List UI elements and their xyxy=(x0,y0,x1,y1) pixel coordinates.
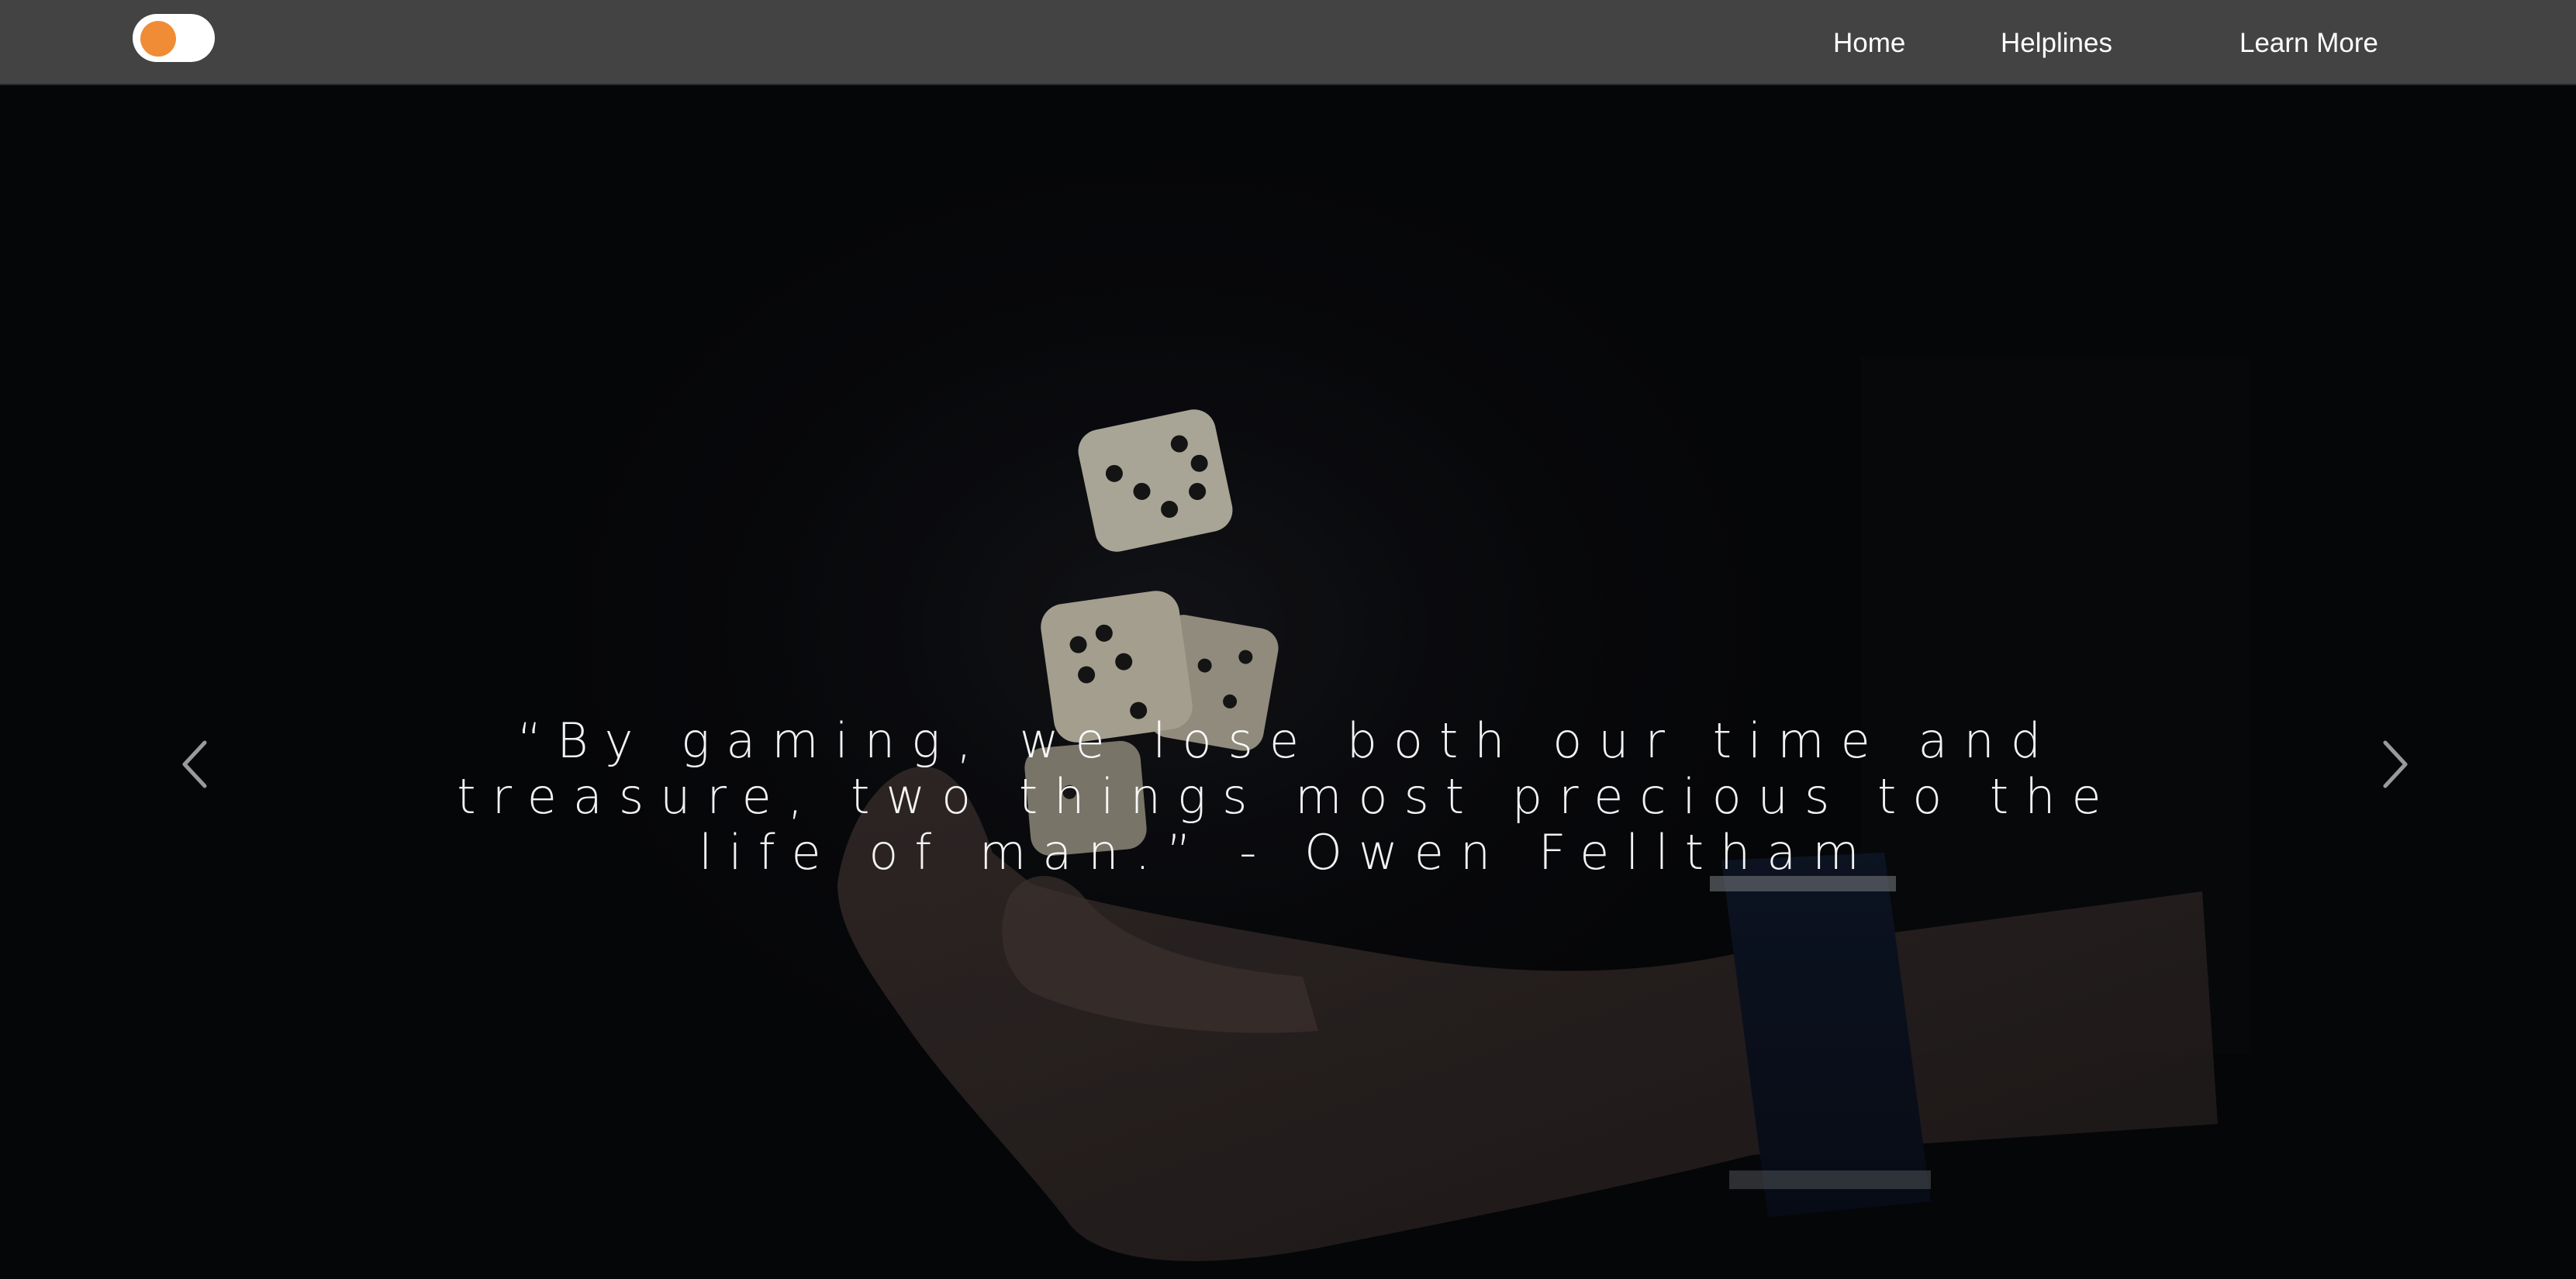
nav-link-learn-more[interactable]: Learn More xyxy=(2239,26,2378,60)
page: Home Helplines Learn More “By gaming, we… xyxy=(0,0,2576,1279)
nav-link-helplines[interactable]: Helplines xyxy=(2001,26,2112,60)
chevron-right-icon xyxy=(2383,740,2408,788)
hero-carousel: “By gaming, we lose both our time and tr… xyxy=(0,85,2576,1279)
hero-background-image xyxy=(0,85,2576,1279)
hero-quote: “By gaming, we lose both our time and tr… xyxy=(457,712,2118,881)
carousel-next-button[interactable] xyxy=(2373,726,2419,803)
chevron-left-icon xyxy=(182,740,207,788)
nav-link-home[interactable]: Home xyxy=(1833,26,1905,60)
carousel-prev-button[interactable] xyxy=(171,726,217,803)
navbar: Home Helplines Learn More xyxy=(0,0,2576,85)
theme-toggle[interactable] xyxy=(133,14,215,62)
toggle-knob xyxy=(140,21,176,57)
